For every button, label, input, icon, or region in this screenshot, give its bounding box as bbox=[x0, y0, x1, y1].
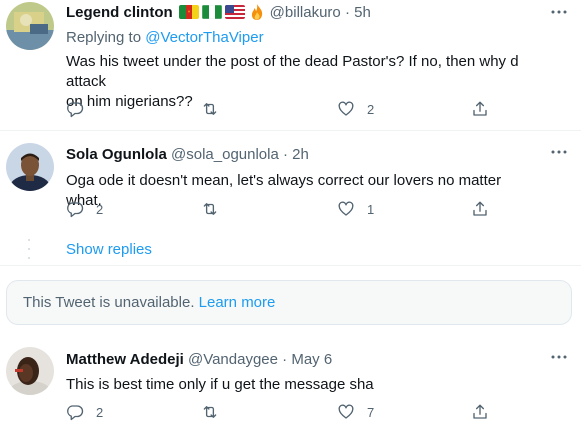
fire-icon bbox=[248, 3, 266, 21]
avatar-image bbox=[6, 143, 54, 191]
cameroon-flag-icon bbox=[178, 5, 199, 19]
retweet-button[interactable] bbox=[201, 403, 231, 421]
like-count: 7 bbox=[367, 404, 375, 420]
replying-to-handle-link[interactable]: @VectorThaViper bbox=[145, 29, 263, 46]
heart-icon bbox=[338, 101, 354, 116]
reply-button[interactable]: 2 bbox=[66, 200, 103, 218]
share-icon bbox=[473, 404, 487, 419]
tweet-text-line: Was his tweet under the post of the dead… bbox=[66, 53, 519, 90]
replying-to: Replying to @VectorThaViper bbox=[66, 28, 541, 48]
tweet-1[interactable]: Legend clinton @billakuro · 5h Replying … bbox=[0, 0, 581, 130]
more-options-icon[interactable] bbox=[551, 355, 567, 359]
retweet-button[interactable] bbox=[201, 100, 231, 118]
reply-button[interactable]: 2 bbox=[66, 403, 103, 421]
reply-count: 2 bbox=[96, 201, 104, 217]
more-options-icon[interactable] bbox=[551, 10, 567, 14]
unavailable-text: This Tweet is unavailable. bbox=[23, 294, 195, 311]
retweet-icon bbox=[203, 203, 217, 215]
tweet-timestamp[interactable]: 5h bbox=[354, 4, 371, 21]
avatar[interactable] bbox=[6, 347, 54, 395]
like-button[interactable]: 1 bbox=[337, 200, 374, 218]
reply-icon bbox=[67, 405, 84, 421]
tweet-3[interactable]: Matthew Adedeji @Vandaygee · May 6 This … bbox=[0, 335, 581, 429]
avatar[interactable] bbox=[6, 2, 54, 50]
share-button[interactable] bbox=[471, 200, 489, 218]
author-handle[interactable]: @sola_ogunlola bbox=[171, 146, 279, 163]
retweet-icon bbox=[203, 406, 217, 418]
tweet-actions: 2 7 bbox=[66, 403, 506, 425]
show-replies-row[interactable]: Show replies bbox=[0, 232, 581, 266]
reply-count: 2 bbox=[96, 404, 104, 420]
author-name[interactable]: Sola Ogunlola bbox=[66, 146, 167, 163]
tweet-timestamp[interactable]: May 6 bbox=[291, 351, 332, 368]
tweet-2[interactable]: Sola Ogunlola @sola_ogunlola · 2h Oga od… bbox=[0, 131, 581, 232]
retweet-icon bbox=[203, 103, 217, 115]
author-name[interactable]: Matthew Adedeji bbox=[66, 351, 184, 368]
author-handle[interactable]: @Vandaygee bbox=[188, 351, 278, 368]
avatar[interactable] bbox=[6, 143, 54, 191]
tweet-actions: 2 bbox=[66, 100, 506, 122]
author-handle[interactable]: @billakuro bbox=[270, 4, 341, 21]
show-replies-link[interactable]: Show replies bbox=[66, 240, 152, 260]
tweet-text: This is best time only if u get the mess… bbox=[66, 375, 541, 395]
avatar-image bbox=[6, 347, 54, 395]
share-icon bbox=[473, 201, 487, 216]
nigeria-flag-icon bbox=[201, 5, 222, 19]
name-emojis bbox=[178, 3, 266, 21]
separator-dot: · bbox=[344, 4, 350, 21]
like-count: 1 bbox=[367, 201, 375, 217]
like-count: 2 bbox=[367, 101, 375, 117]
tweet-text-line: This is best time only if u get the mess… bbox=[66, 376, 374, 393]
unavailable-tweet-notice: This Tweet is unavailable. Learn more bbox=[6, 280, 572, 325]
reply-button[interactable] bbox=[66, 100, 96, 118]
usa-flag-icon bbox=[224, 5, 245, 19]
share-button[interactable] bbox=[471, 100, 489, 118]
learn-more-link[interactable]: Learn more bbox=[199, 294, 276, 311]
heart-icon bbox=[338, 201, 354, 216]
thread-dots bbox=[28, 239, 31, 259]
author-name[interactable]: Legend clinton bbox=[66, 4, 173, 21]
more-options-icon[interactable] bbox=[551, 150, 567, 154]
heart-icon bbox=[338, 404, 354, 419]
reply-icon bbox=[67, 102, 84, 118]
tweet-header: Legend clinton @billakuro · 5h bbox=[66, 3, 541, 23]
avatar-image bbox=[6, 2, 54, 50]
separator-dot: · bbox=[282, 351, 288, 368]
separator-dot: · bbox=[283, 146, 288, 163]
share-button[interactable] bbox=[471, 403, 489, 421]
replying-to-label: Replying to bbox=[66, 29, 146, 46]
share-icon bbox=[473, 101, 487, 116]
like-button[interactable]: 2 bbox=[337, 100, 374, 118]
reply-icon bbox=[67, 202, 84, 218]
tweet-timestamp[interactable]: 2h bbox=[292, 146, 309, 163]
unavailable-message: This Tweet is unavailable. Learn more bbox=[23, 293, 275, 313]
tweet-header: Matthew Adedeji @Vandaygee · May 6 bbox=[66, 350, 541, 370]
like-button[interactable]: 7 bbox=[337, 403, 374, 421]
tweet-actions: 2 1 bbox=[66, 200, 506, 222]
tweet-header: Sola Ogunlola @sola_ogunlola · 2h bbox=[66, 145, 541, 165]
retweet-button[interactable] bbox=[201, 200, 231, 218]
